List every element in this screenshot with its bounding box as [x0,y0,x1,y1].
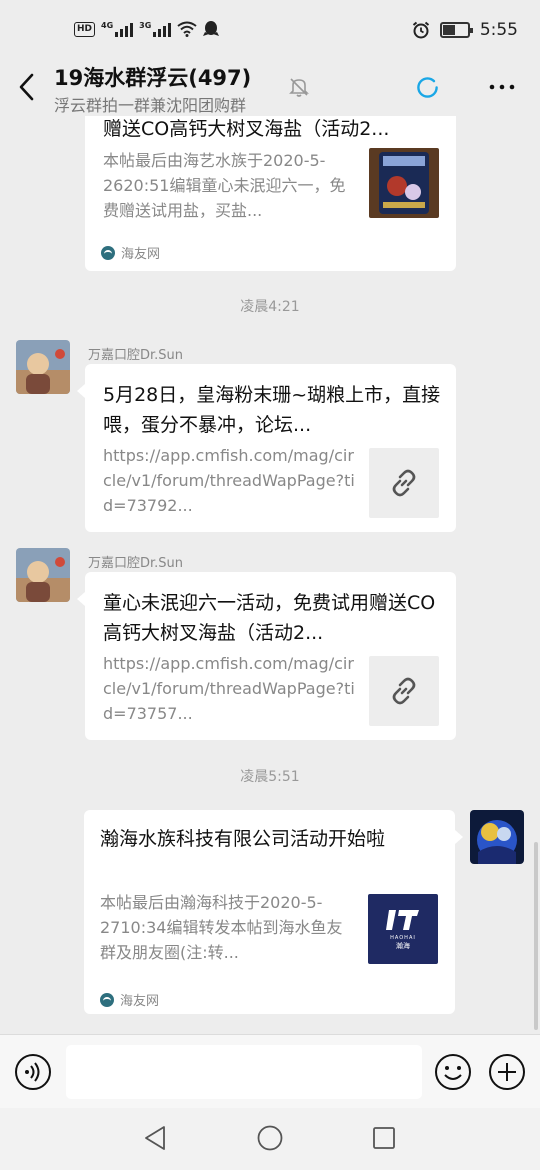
plus-icon[interactable] [488,1053,526,1091]
mute-bell-icon [289,78,309,97]
notification-icon [203,21,220,36]
source-logo-icon [100,992,114,1007]
scrollbar[interactable] [534,842,538,1030]
link-icon [392,469,416,497]
sim1-type: 4G [101,21,114,30]
chat-subtitle: 浮云群拍一群兼沈阳团购群 [54,96,247,115]
hd-badge: HD [74,21,96,37]
nav-recent-apps-icon[interactable] [372,1126,396,1150]
bubble-tail [77,384,85,398]
loading-spinner-icon [417,77,438,98]
link-message-card[interactable]: 5月28日，皇海粉末珊~瑚粮上市，直接喂，蛋分不暴冲，论坛... https:/… [85,364,456,532]
emoji-icon[interactable] [434,1053,472,1091]
avatar[interactable] [16,340,70,394]
link-thumbnail [369,448,439,518]
article-thumbnail [369,148,439,218]
link-thumbnail [369,656,439,726]
alarm-icon [412,21,429,39]
link-url: https://app.cmfish.com/mag/circle/v1/for… [103,654,355,723]
nav-back-icon[interactable] [142,1124,168,1152]
wifi-icon [177,21,197,37]
my-avatar[interactable] [470,810,524,864]
timestamp: 凌晨5:51 [240,769,300,785]
source-name: 海友网 [121,247,161,262]
timestamp: 凌晨4:21 [240,299,300,315]
more-options-icon[interactable] [486,74,518,100]
nav-home-icon[interactable] [256,1124,284,1152]
signal-icon: 4G [101,21,134,37]
link-message-card[interactable]: 童心未泯迎六一活动，免费试用赠送CO高钙大树叉海盐（活动2... https:/… [85,572,456,740]
link-title: 童心未泯迎六一活动，免费试用赠送CO高钙大树叉海盐（活动2... [103,592,436,644]
card-description: 本帖最后由瀚海科技于2020-5-2710:34编辑转发本帖到海水鱼友群及朋友圈… [100,893,343,962]
card-title: 瀚海水族科技有限公司活动开始啦 [100,828,386,850]
clock: 5:55 [479,20,518,40]
sim2-type: 3G [139,21,152,30]
link-title: 5月28日，皇海粉末珊~瑚粮上市，直接喂，蛋分不暴冲，论坛... [103,384,441,436]
bubble-tail [455,830,463,844]
signal-icon-2: 3G [139,21,172,37]
card-title: 赠送CO高钙大树叉海盐（活动2... [103,118,390,140]
system-nav-bar [0,1108,540,1170]
status-right: 5:55 [412,20,518,40]
source-label: 海友网 [100,990,159,1009]
source-name: 海友网 [120,994,160,1009]
shared-article-card[interactable]: 瀚海水族科技有限公司活动开始啦 本帖最后由瀚海科技于2020-5-2710:34… [84,810,455,1014]
bubble-tail [77,592,85,606]
shared-article-card[interactable]: 赠送CO高钙大树叉海盐（活动2... 本帖最后由海艺水族于2020-5-2620… [85,116,456,271]
voice-input-icon[interactable] [14,1053,52,1091]
back-arrow-icon[interactable] [14,70,40,104]
source-logo-icon [101,245,115,260]
logo-chinese: 瀚海 [396,941,410,950]
chat-area[interactable]: 赠送CO高钙大树叉海盐（活动2... 本帖最后由海艺水族于2020-5-2620… [0,116,540,1034]
sender-name: 万嘉口腔Dr.Sun [88,348,184,363]
link-icon [392,677,416,705]
company-logo-thumbnail: HAOHAI 瀚海 [368,894,438,964]
status-left: HD 4G 3G [74,20,220,38]
haohai-logo-icon [386,909,419,930]
chat-header: 19海水群浮云(497) 浮云群拍一群兼沈阳团购群 [0,62,540,116]
message-input[interactable] [66,1045,422,1099]
battery-icon [439,22,473,38]
input-bar [0,1034,540,1108]
avatar[interactable] [16,548,70,602]
chat-title: 19海水群浮云(497) [54,66,252,90]
link-url: https://app.cmfish.com/mag/circle/v1/for… [103,446,355,515]
card-description: 本帖最后由海艺水族于2020-5-2620:51编辑童心未泯迎六一，免费赠送试用… [103,151,346,220]
source-label: 海友网 [101,243,160,262]
status-bar: HD 4G 3G 5:55 [0,0,540,62]
sender-name: 万嘉口腔Dr.Sun [88,556,184,571]
